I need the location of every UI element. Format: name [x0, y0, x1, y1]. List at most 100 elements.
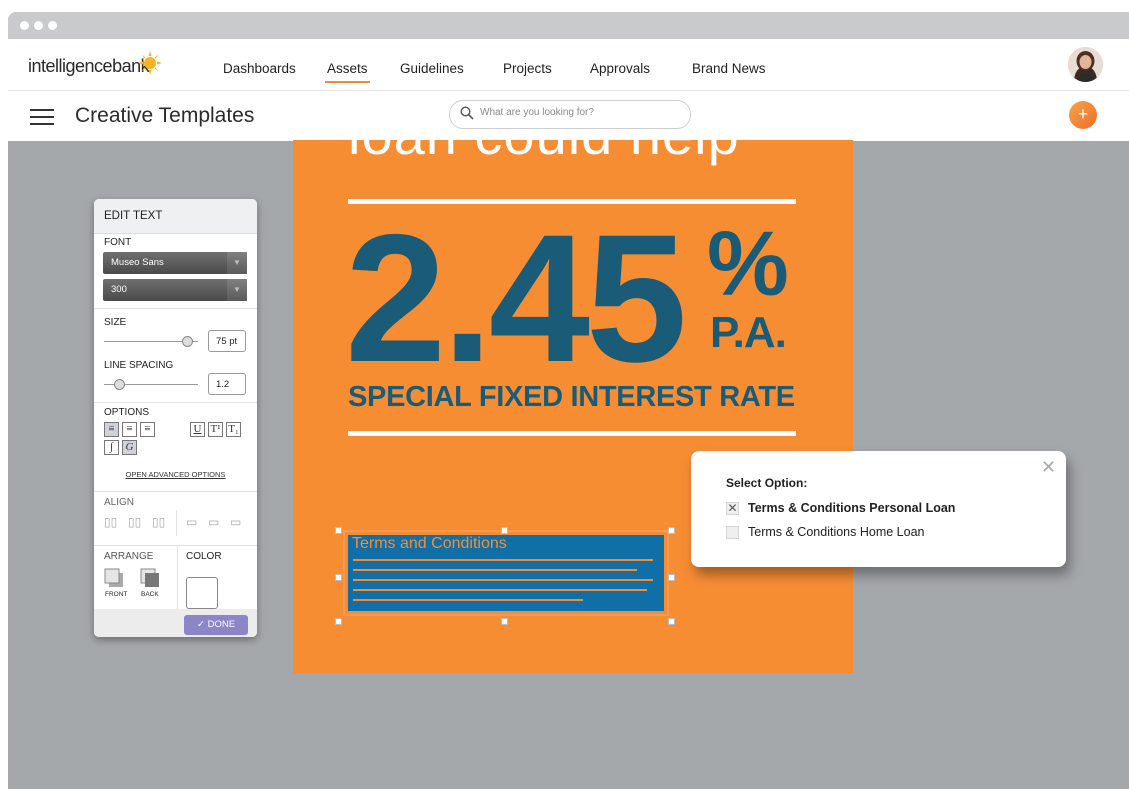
close-icon[interactable]: ✕ — [1041, 457, 1056, 478]
add-button[interactable]: + — [1069, 101, 1097, 129]
user-avatar[interactable] — [1068, 47, 1103, 82]
artwork-rate[interactable]: 2.45 — [345, 198, 687, 398]
options-label: OPTIONS — [104, 407, 150, 418]
artwork-headline[interactable]: loan could help — [348, 140, 740, 167]
align-center-icon[interactable]: ≡ — [122, 422, 137, 437]
divider — [94, 545, 257, 546]
brand-name-light: intelligence — [28, 56, 113, 76]
artwork-pa[interactable]: P.A. — [710, 308, 787, 358]
line-spacing-input[interactable]: 1.2 — [208, 373, 246, 395]
search-input[interactable]: What are you looking for? — [449, 100, 691, 129]
arrange-label: ARRANGE — [104, 551, 154, 562]
size-slider-knob[interactable] — [182, 336, 193, 347]
terms-text-fill: Terms and Conditions — [348, 535, 664, 611]
align-right-icon[interactable]: ≡ — [140, 422, 155, 437]
align-objects-right-icon[interactable]: ▯▯ — [152, 515, 165, 529]
nav-item-guidelines[interactable]: Guidelines — [400, 61, 464, 76]
advanced-options-link[interactable]: OPEN ADVANCED OPTIONS — [94, 470, 257, 479]
nav-item-approvals[interactable]: Approvals — [590, 61, 650, 76]
hamburger-menu-icon[interactable] — [30, 109, 54, 125]
select-option-popup: Select Option: ✕ ✕ Terms & Conditions Pe… — [691, 451, 1066, 567]
done-label: DONE — [207, 619, 236, 630]
terms-line — [353, 569, 637, 571]
size-label: SIZE — [104, 317, 127, 328]
align-objects-middle-icon[interactable]: ▭ — [208, 515, 219, 529]
font-weight-select[interactable]: 300 ▼ — [103, 279, 247, 301]
terms-line — [353, 579, 653, 581]
option-checkbox[interactable] — [726, 526, 739, 539]
align-left-icon[interactable]: ≡ — [104, 422, 119, 437]
artwork-bottom-rule — [348, 431, 796, 436]
search-icon — [460, 106, 474, 120]
sun-logo-icon — [138, 51, 162, 75]
done-button[interactable]: ✓ DONE — [184, 615, 248, 635]
top-navigation: intelligencebank Dashboards Assets Guide… — [8, 39, 1129, 90]
option-checkbox[interactable]: ✕ — [726, 502, 739, 515]
resize-handle[interactable] — [668, 574, 675, 581]
resize-handle[interactable] — [501, 618, 508, 625]
popup-title: Select Option: — [726, 476, 808, 490]
terms-label: Terms and Conditions — [352, 535, 507, 552]
superscript-icon[interactable]: T¹ — [208, 422, 223, 437]
front-label: FRONT — [105, 591, 128, 598]
resize-handle[interactable] — [335, 574, 342, 581]
chevron-down-icon: ▼ — [227, 252, 247, 274]
option-label[interactable]: Terms & Conditions Personal Loan — [748, 501, 955, 515]
page-title: Creative Templates — [75, 104, 255, 127]
window-minimize-dot[interactable] — [34, 21, 43, 30]
brand-logo[interactable]: intelligencebank — [28, 56, 150, 77]
color-label: COLOR — [186, 551, 222, 562]
subscript-icon[interactable]: T₁ — [226, 422, 241, 437]
resize-handle[interactable] — [501, 527, 508, 534]
resize-handle[interactable] — [335, 618, 342, 625]
font-family-value: Museo Sans — [111, 257, 164, 268]
edit-panel-title: EDIT TEXT — [94, 199, 257, 234]
sub-header: Creative Templates What are you looking … — [8, 90, 1129, 141]
back-label: BACK — [141, 591, 159, 598]
font-family-select[interactable]: Museo Sans ▼ — [103, 252, 247, 274]
chevron-down-icon: ▼ — [227, 279, 247, 301]
nav-item-brand-news[interactable]: Brand News — [692, 61, 766, 76]
template-artwork[interactable]: loan could help 2.45 % P.A. SPECIAL FIXE… — [293, 140, 853, 673]
underline-icon[interactable]: U — [190, 422, 205, 437]
align-label: ALIGN — [104, 497, 135, 508]
align-objects-left-icon[interactable]: ▯▯ — [104, 515, 117, 529]
divider — [94, 491, 257, 492]
terms-line — [353, 589, 647, 591]
font-label: FONT — [104, 237, 132, 248]
avatar-portrait-icon — [1068, 47, 1103, 82]
window-zoom-dot[interactable] — [48, 21, 57, 30]
window-titlebar — [8, 12, 1129, 39]
window-close-dot[interactable] — [20, 21, 29, 30]
nav-item-assets[interactable]: Assets — [325, 61, 370, 83]
option-label[interactable]: Terms & Conditions Home Loan — [748, 525, 924, 539]
checkmark-icon: ✓ — [196, 619, 208, 630]
line-spacing-slider-knob[interactable] — [114, 379, 125, 390]
italic-icon[interactable]: G — [122, 440, 137, 455]
nav-item-projects[interactable]: Projects — [503, 61, 552, 76]
divider — [94, 308, 257, 309]
align-objects-top-icon[interactable]: ▭ — [186, 515, 197, 529]
color-swatch[interactable] — [186, 577, 218, 609]
search-placeholder: What are you looking for? — [480, 107, 594, 118]
resize-handle[interactable] — [668, 527, 675, 534]
bring-to-front-icon[interactable] — [104, 568, 124, 588]
line-spacing-label: LINE SPACING — [104, 360, 174, 371]
plus-icon: + — [1077, 104, 1089, 124]
terms-text-box[interactable]: Terms and Conditions — [343, 530, 669, 616]
nav-item-dashboards[interactable]: Dashboards — [223, 61, 296, 76]
resize-handle[interactable] — [335, 527, 342, 534]
size-input[interactable]: 75 pt — [208, 330, 246, 352]
font-weight-value: 300 — [111, 284, 127, 295]
divider — [94, 402, 257, 403]
align-objects-center-icon[interactable]: ▯▯ — [128, 515, 141, 529]
terms-line — [353, 599, 583, 601]
artwork-subline[interactable]: SPECIAL FIXED INTEREST RATE — [348, 381, 795, 414]
resize-handle[interactable] — [668, 618, 675, 625]
divider — [176, 510, 177, 536]
align-objects-bottom-icon[interactable]: ▭ — [230, 515, 241, 529]
artwork-percent[interactable]: % — [707, 212, 789, 317]
link-icon[interactable]: ∫ — [104, 440, 119, 455]
send-to-back-icon[interactable] — [140, 568, 160, 588]
edit-text-panel: EDIT TEXT FONT Museo Sans ▼ 300 ▼ SIZE 75 … — [94, 199, 257, 637]
